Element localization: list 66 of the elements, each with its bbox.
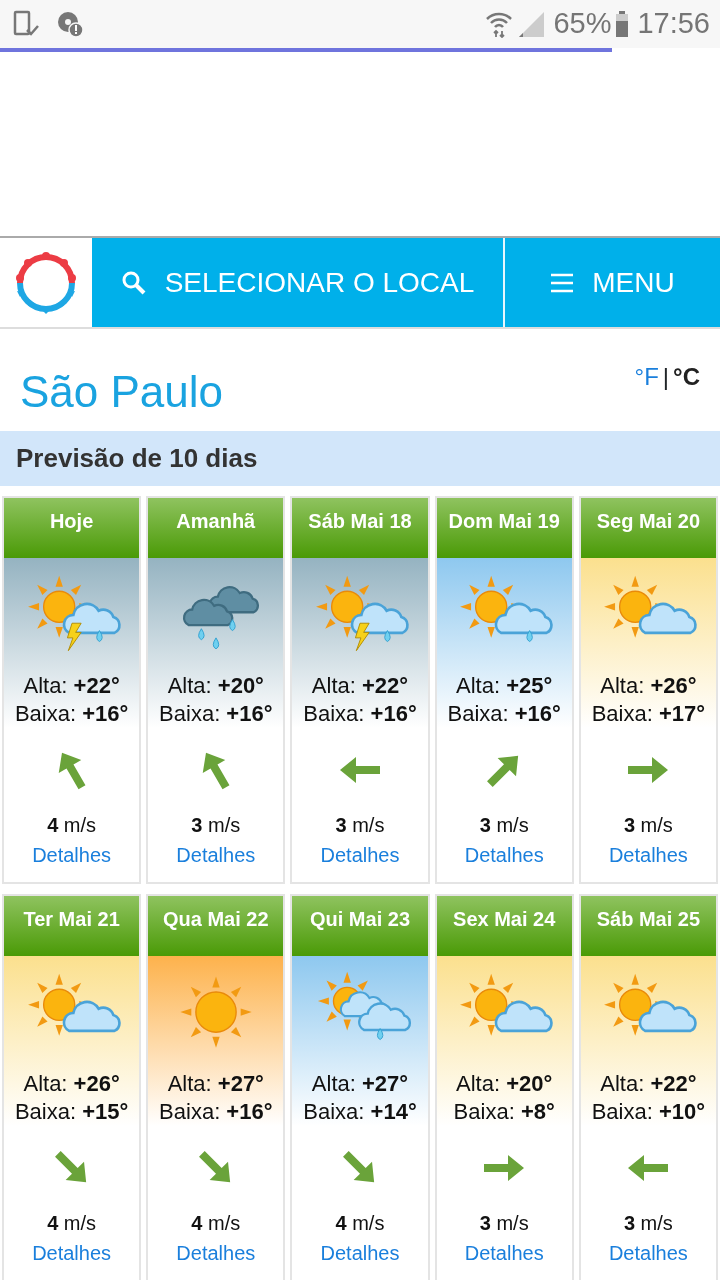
wind-speed: 3 m/s — [191, 813, 241, 838]
low-temperature: Baixa: +16° — [447, 700, 561, 728]
unit-link[interactable]: °C — [673, 359, 700, 395]
low-temperature: Baixa: +16° — [159, 700, 273, 728]
high-temperature: Alta: +22° — [311, 672, 409, 700]
day-header: Sáb Mai 25 — [580, 896, 716, 956]
battery-icon — [615, 10, 630, 38]
unit-link[interactable]: °F — [634, 359, 659, 395]
tablet-check-icon — [12, 10, 40, 38]
day-header: Seg Mai 20 — [580, 498, 716, 558]
details-link[interactable]: Detalhes — [320, 1238, 400, 1268]
wind-speed: 3 m/s — [479, 1211, 529, 1236]
details-link[interactable]: Detalhes — [176, 840, 256, 870]
wind-speed: 3 m/s — [335, 813, 385, 838]
low-temperature: Baixa: +17° — [591, 700, 706, 728]
high-temperature: Alta: +26° — [23, 1070, 120, 1098]
high-temperature: Alta: +22° — [600, 1070, 697, 1098]
battery-level: 65% — [553, 6, 612, 42]
separator: | — [662, 362, 670, 392]
city-name: São Paulo — [20, 366, 224, 418]
menu-button[interactable]: MENU — [505, 238, 720, 327]
day-header: Sex Mai 24 — [436, 896, 572, 956]
high-temperature: Alta: +27° — [167, 1070, 264, 1098]
select-location-button[interactable]: SELECIONAR O LOCAL — [92, 238, 505, 327]
high-temperature: Alta: +20° — [167, 672, 264, 700]
day-header: Qui Mai 23 — [292, 896, 428, 956]
disc-alert-icon — [56, 10, 84, 38]
wind-speed: 4 m/s — [47, 1211, 97, 1236]
wind-speed: 3 m/s — [623, 1211, 673, 1236]
menu-icon — [550, 271, 575, 294]
low-temperature: Baixa: +16° — [159, 1098, 273, 1126]
details-link[interactable]: Detalhes — [608, 840, 688, 870]
day-header: Ter Mai 21 — [4, 896, 140, 956]
low-temperature: Baixa: +15° — [14, 1098, 129, 1126]
clock: 17:56 — [637, 6, 710, 42]
details-link[interactable]: Detalhes — [320, 840, 400, 870]
low-temperature: Baixa: +14° — [303, 1098, 417, 1126]
low-temperature: Baixa: +16° — [303, 700, 417, 728]
high-temperature: Alta: +27° — [311, 1070, 409, 1098]
details-link[interactable]: Detalhes — [32, 840, 112, 870]
search-icon — [120, 269, 147, 296]
low-temperature: Baixa: +10° — [591, 1098, 706, 1126]
day-header: Sáb Mai 18 — [292, 498, 428, 558]
day-header: Dom Mai 19 — [436, 498, 572, 558]
day-header: Amanhã — [148, 498, 284, 558]
high-temperature: Alta: +22° — [23, 672, 120, 700]
high-temperature: Alta: +20° — [456, 1070, 553, 1098]
high-temperature: Alta: +26° — [600, 672, 697, 700]
details-link[interactable]: Detalhes — [176, 1238, 256, 1268]
wind-speed: 3 m/s — [623, 813, 673, 838]
details-link[interactable]: Detalhes — [608, 1238, 688, 1268]
section-title: Previsão de 10 dias — [0, 431, 720, 486]
signal-icon — [517, 10, 546, 38]
wind-speed: 4 m/s — [47, 813, 97, 838]
wind-speed: 3 m/s — [479, 813, 529, 838]
low-temperature: Baixa: +8° — [453, 1098, 555, 1126]
details-link[interactable]: Detalhes — [464, 840, 544, 870]
day-header: Qua Mai 22 — [148, 896, 284, 956]
details-link[interactable]: Detalhes — [32, 1238, 112, 1268]
wifi-icon — [485, 10, 514, 38]
wind-speed: 4 m/s — [191, 1211, 241, 1236]
day-header: Hoje — [4, 498, 140, 558]
details-link[interactable]: Detalhes — [464, 1238, 544, 1268]
high-temperature: Alta: +25° — [456, 672, 553, 700]
wind-speed: 4 m/s — [335, 1211, 385, 1236]
low-temperature: Baixa: +16° — [14, 700, 129, 728]
